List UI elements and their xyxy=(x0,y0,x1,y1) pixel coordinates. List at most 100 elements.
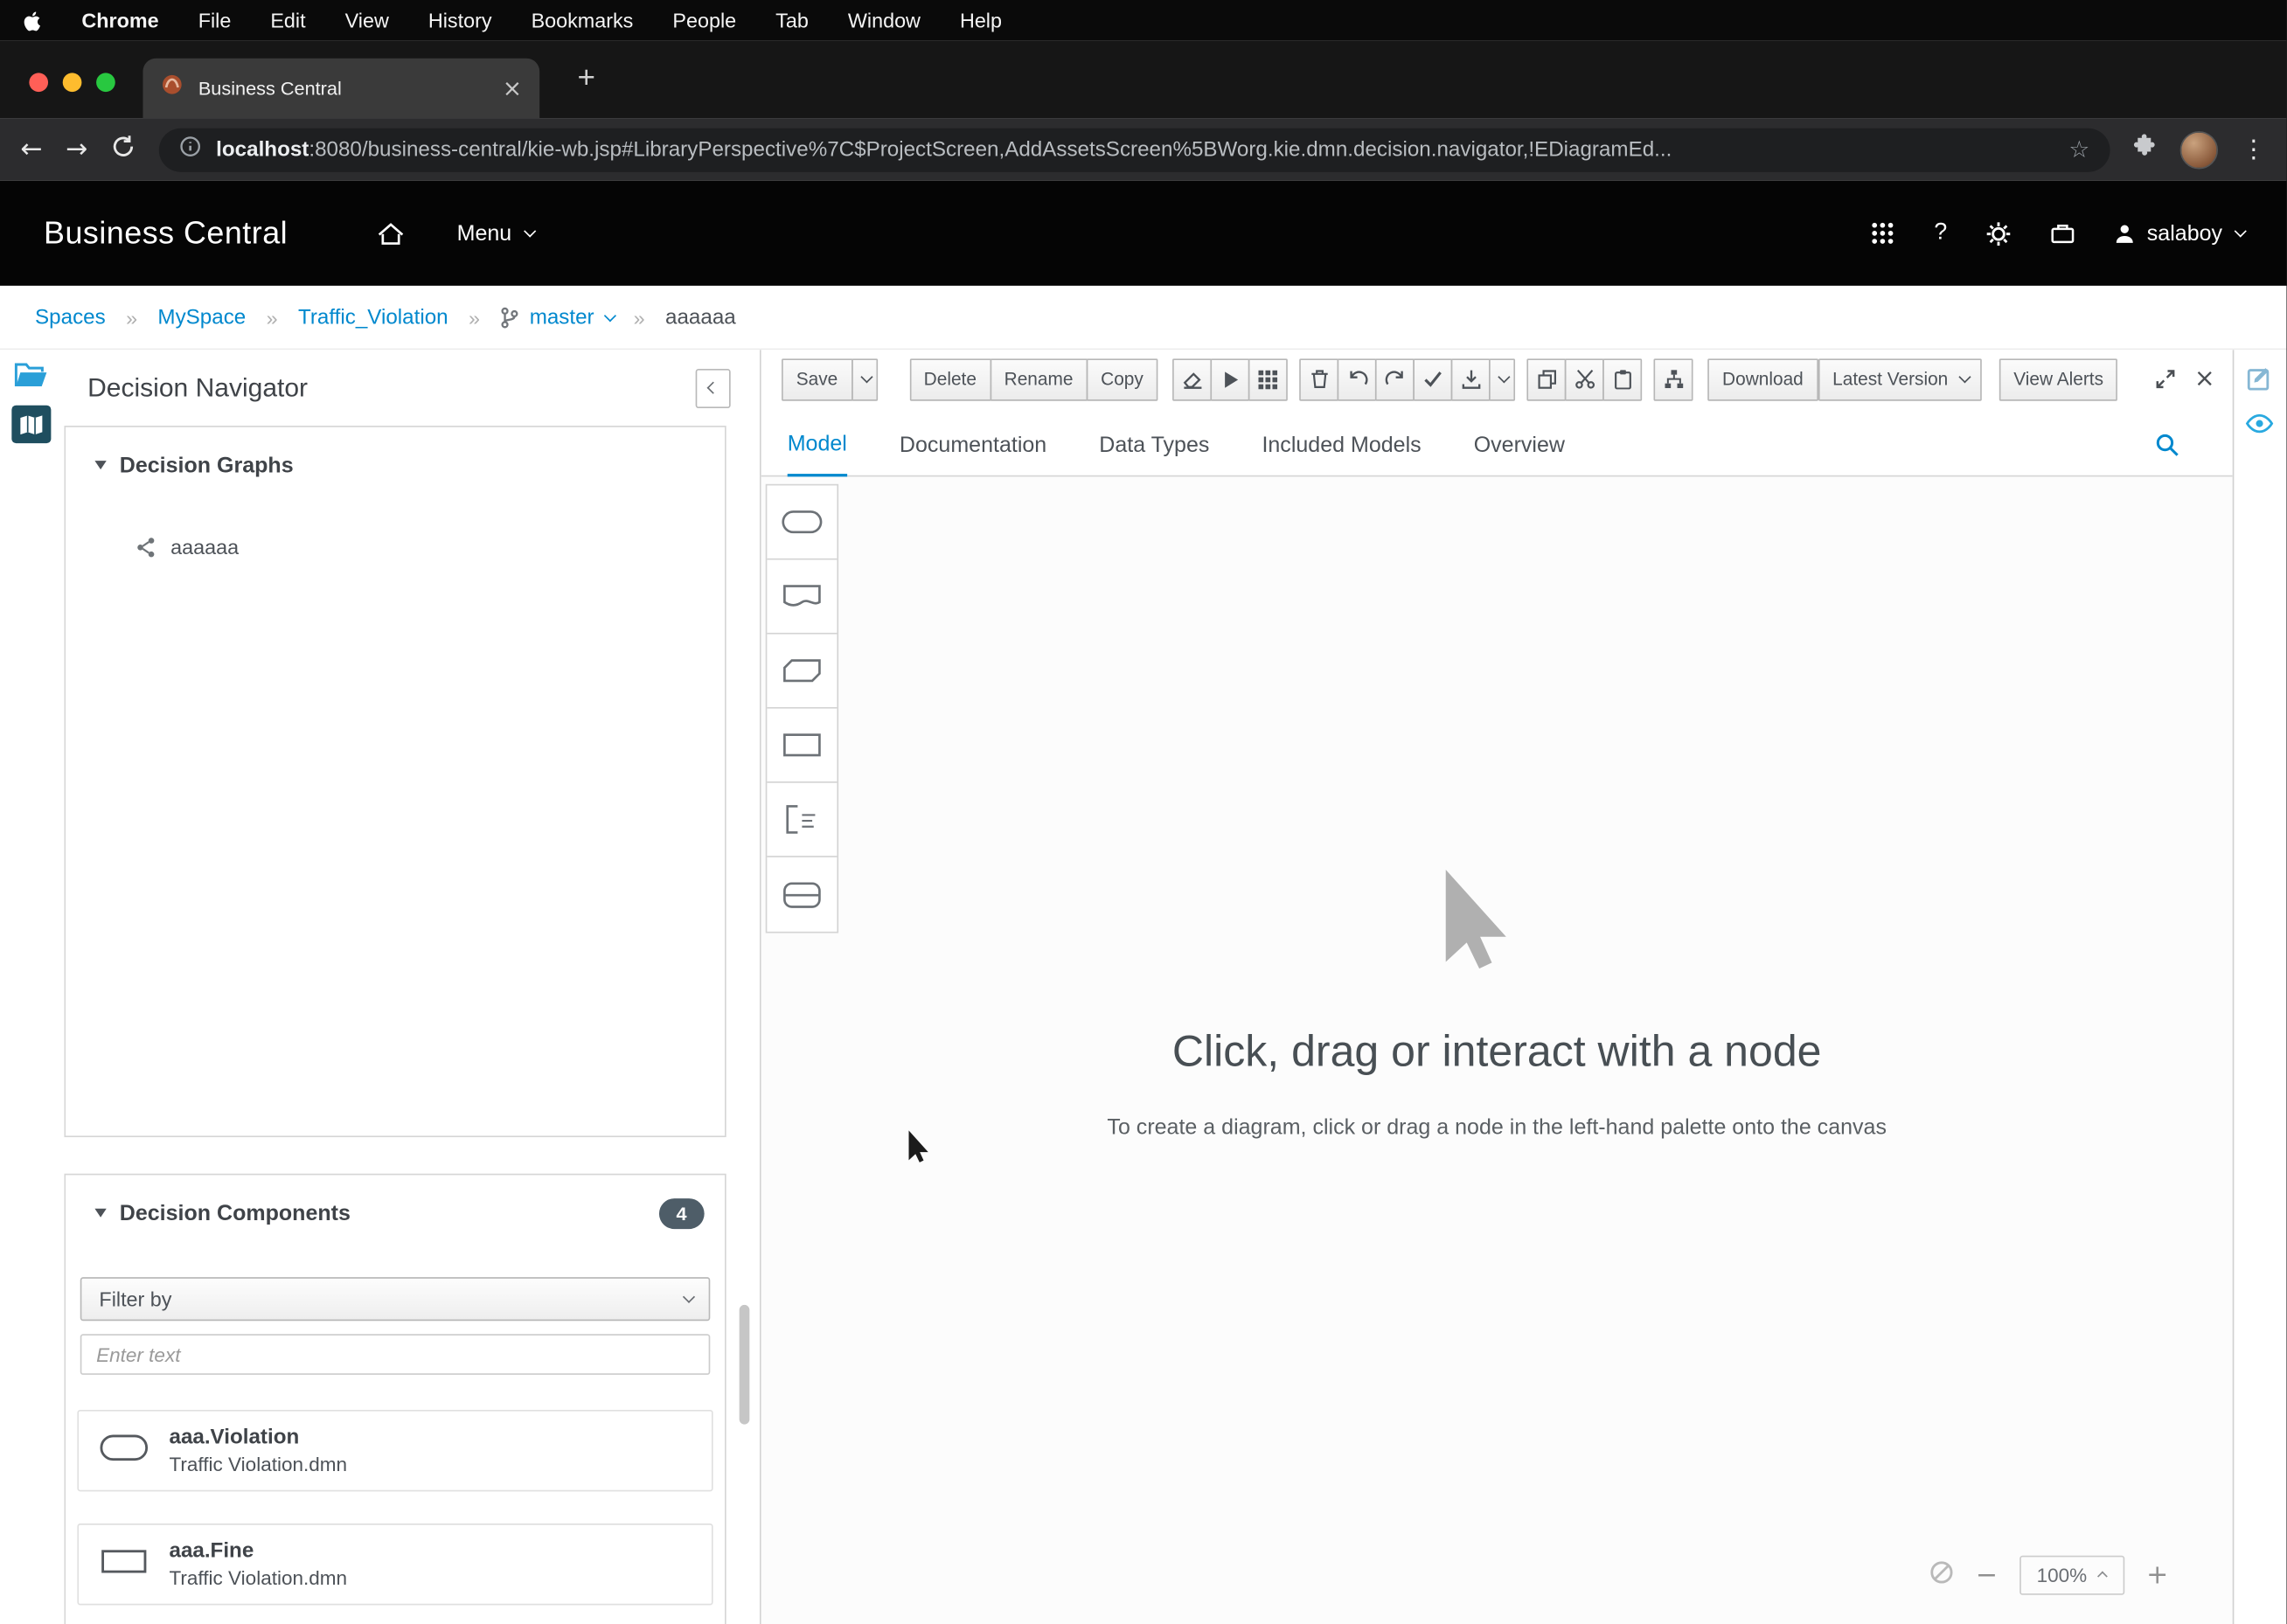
preview-eye-icon[interactable] xyxy=(2246,413,2274,441)
tab-overview[interactable]: Overview xyxy=(1474,433,1565,475)
branch-selector[interactable]: master xyxy=(500,305,613,329)
breadcrumb-asset: aaaaaa xyxy=(665,305,736,329)
export-download-icon[interactable] xyxy=(1451,357,1491,399)
profile-avatar[interactable] xyxy=(2180,130,2218,168)
apple-logo-icon[interactable] xyxy=(24,10,43,31)
menubar-item-file[interactable]: File xyxy=(198,9,232,32)
tab-model[interactable]: Model xyxy=(788,432,847,477)
search-icon[interactable] xyxy=(2155,433,2179,463)
window-minimize-button[interactable] xyxy=(63,73,82,92)
grid-layout-icon[interactable] xyxy=(1248,357,1288,399)
home-icon[interactable] xyxy=(379,221,405,246)
graph-tree-item[interactable]: aaaaaa xyxy=(66,535,725,559)
decision-graphs-section: Decision Graphs aaaaaa xyxy=(64,426,726,1137)
user-menu[interactable]: salaboy xyxy=(2115,221,2242,246)
site-info-icon[interactable] xyxy=(179,135,201,163)
copy-button[interactable]: Copy xyxy=(1086,357,1157,399)
node-palette xyxy=(766,484,838,933)
palette-input-data-icon[interactable] xyxy=(767,485,837,559)
component-item[interactable]: aaa.Fine Traffic Violation.dmn xyxy=(77,1523,713,1605)
tab-included-models[interactable]: Included Models xyxy=(1262,433,1421,475)
menubar-item-people[interactable]: People xyxy=(672,9,736,32)
save-dropdown-button[interactable] xyxy=(851,357,877,399)
apps-grid-icon[interactable] xyxy=(1872,222,1895,246)
breadcrumb-spaces[interactable]: Spaces xyxy=(35,305,106,329)
admin-briefcase-icon[interactable] xyxy=(2051,222,2075,246)
components-filter-input[interactable] xyxy=(80,1334,711,1375)
bookmark-star-icon[interactable]: ☆ xyxy=(2068,135,2089,163)
browser-menu-icon[interactable]: ⋮ xyxy=(2242,135,2266,163)
zoom-controls: − 100% + xyxy=(1929,1556,2168,1595)
address-bar[interactable]: localhost:8080/business-central/kie-wb.j… xyxy=(159,128,2110,171)
breadcrumb-project[interactable]: Traffic_Violation xyxy=(298,305,448,329)
sitemap-hierarchy-icon[interactable] xyxy=(1654,357,1693,399)
close-editor-icon[interactable]: × xyxy=(2194,364,2215,393)
editor-tabs: Model Documentation Data Types Included … xyxy=(761,414,2233,477)
zoom-level-dropdown[interactable]: 100% xyxy=(2019,1556,2124,1595)
forward-button[interactable]: → xyxy=(66,134,87,164)
component-item[interactable]: aaa.Violation Traffic Violation.dmn xyxy=(77,1410,713,1491)
tab-close-icon[interactable]: × xyxy=(503,77,522,101)
latest-version-dropdown[interactable]: Latest Version xyxy=(1818,357,1981,399)
palette-business-knowledge-model-icon[interactable] xyxy=(767,635,837,709)
menubar-item-view[interactable]: View xyxy=(345,9,389,32)
palette-decision-icon[interactable] xyxy=(767,709,837,783)
breadcrumb-separator: » xyxy=(267,305,278,329)
paste-clipboard-icon[interactable] xyxy=(1602,357,1642,399)
delete-button[interactable]: Delete xyxy=(909,357,991,399)
menubar-item-edit[interactable]: Edit xyxy=(270,9,305,32)
menubar-item-help[interactable]: Help xyxy=(960,9,1002,32)
diagram-canvas[interactable]: Click, drag or interact with a node To c… xyxy=(761,476,2233,1624)
clear-canvas-eraser-icon[interactable] xyxy=(1172,357,1212,399)
zoom-in-plus-icon[interactable]: + xyxy=(2146,1562,2168,1588)
menubar-item-history[interactable]: History xyxy=(428,9,492,32)
tab-favicon xyxy=(160,73,184,103)
clear-selection-icon[interactable] xyxy=(1929,1559,1953,1592)
panel-scrollbar-thumb[interactable] xyxy=(740,1305,750,1425)
validate-check-icon[interactable] xyxy=(1413,357,1452,399)
rename-button[interactable]: Rename xyxy=(990,357,1088,399)
window-zoom-button[interactable] xyxy=(96,73,115,92)
menubar-item-tab[interactable]: Tab xyxy=(775,9,809,32)
run-play-icon[interactable] xyxy=(1211,357,1250,399)
properties-edit-icon[interactable] xyxy=(2247,364,2273,398)
help-icon[interactable]: ? xyxy=(1934,220,1947,246)
redo-icon[interactable] xyxy=(1375,357,1415,399)
menubar-item-chrome[interactable]: Chrome xyxy=(81,9,158,32)
window-close-button[interactable] xyxy=(29,73,48,92)
graph-node-icon xyxy=(136,536,156,558)
collapse-panel-button[interactable] xyxy=(696,368,731,407)
export-dropdown-button[interactable] xyxy=(1489,357,1515,399)
fullscreen-expand-icon[interactable] xyxy=(2155,369,2175,389)
save-button[interactable]: Save xyxy=(782,357,852,399)
palette-knowledge-source-icon[interactable] xyxy=(767,560,837,635)
reload-button[interactable] xyxy=(111,134,136,166)
palette-decision-service-icon[interactable] xyxy=(767,857,837,932)
breadcrumb-myspace[interactable]: MySpace xyxy=(157,305,246,329)
back-button[interactable]: ← xyxy=(20,134,42,164)
menubar-item-window[interactable]: Window xyxy=(848,9,921,32)
macos-menubar: Chrome File Edit View History Bookmarks … xyxy=(0,0,2286,41)
project-explorer-folder-icon[interactable] xyxy=(15,362,48,397)
decision-graphs-toggle[interactable]: Decision Graphs xyxy=(66,427,725,503)
delete-selection-trash-icon[interactable] xyxy=(1299,357,1338,399)
menubar-item-bookmarks[interactable]: Bookmarks xyxy=(532,9,634,32)
tab-documentation[interactable]: Documentation xyxy=(900,433,1046,475)
caret-down-icon xyxy=(94,1209,106,1218)
filter-by-select[interactable]: Filter by xyxy=(80,1277,711,1321)
cut-scissors-icon[interactable] xyxy=(1565,357,1604,399)
zoom-out-minus-icon[interactable]: − xyxy=(1976,1562,1998,1588)
copy-elements-icon[interactable] xyxy=(1527,357,1567,399)
undo-icon[interactable] xyxy=(1338,357,1377,399)
download-button[interactable]: Download xyxy=(1707,357,1818,399)
new-tab-button[interactable]: + xyxy=(578,61,595,96)
decision-navigator-tool-icon[interactable] xyxy=(11,406,51,443)
settings-gear-icon[interactable] xyxy=(1986,221,2011,246)
view-alerts-button[interactable]: View Alerts xyxy=(1999,357,2118,399)
palette-text-annotation-icon[interactable] xyxy=(767,783,837,857)
extensions-icon[interactable] xyxy=(2133,134,2157,164)
browser-tab[interactable]: Business Central × xyxy=(143,59,539,118)
tab-data-types[interactable]: Data Types xyxy=(1099,433,1209,475)
decision-components-toggle[interactable]: Decision Components 4 xyxy=(66,1175,725,1251)
menu-dropdown[interactable]: Menu xyxy=(457,221,532,246)
